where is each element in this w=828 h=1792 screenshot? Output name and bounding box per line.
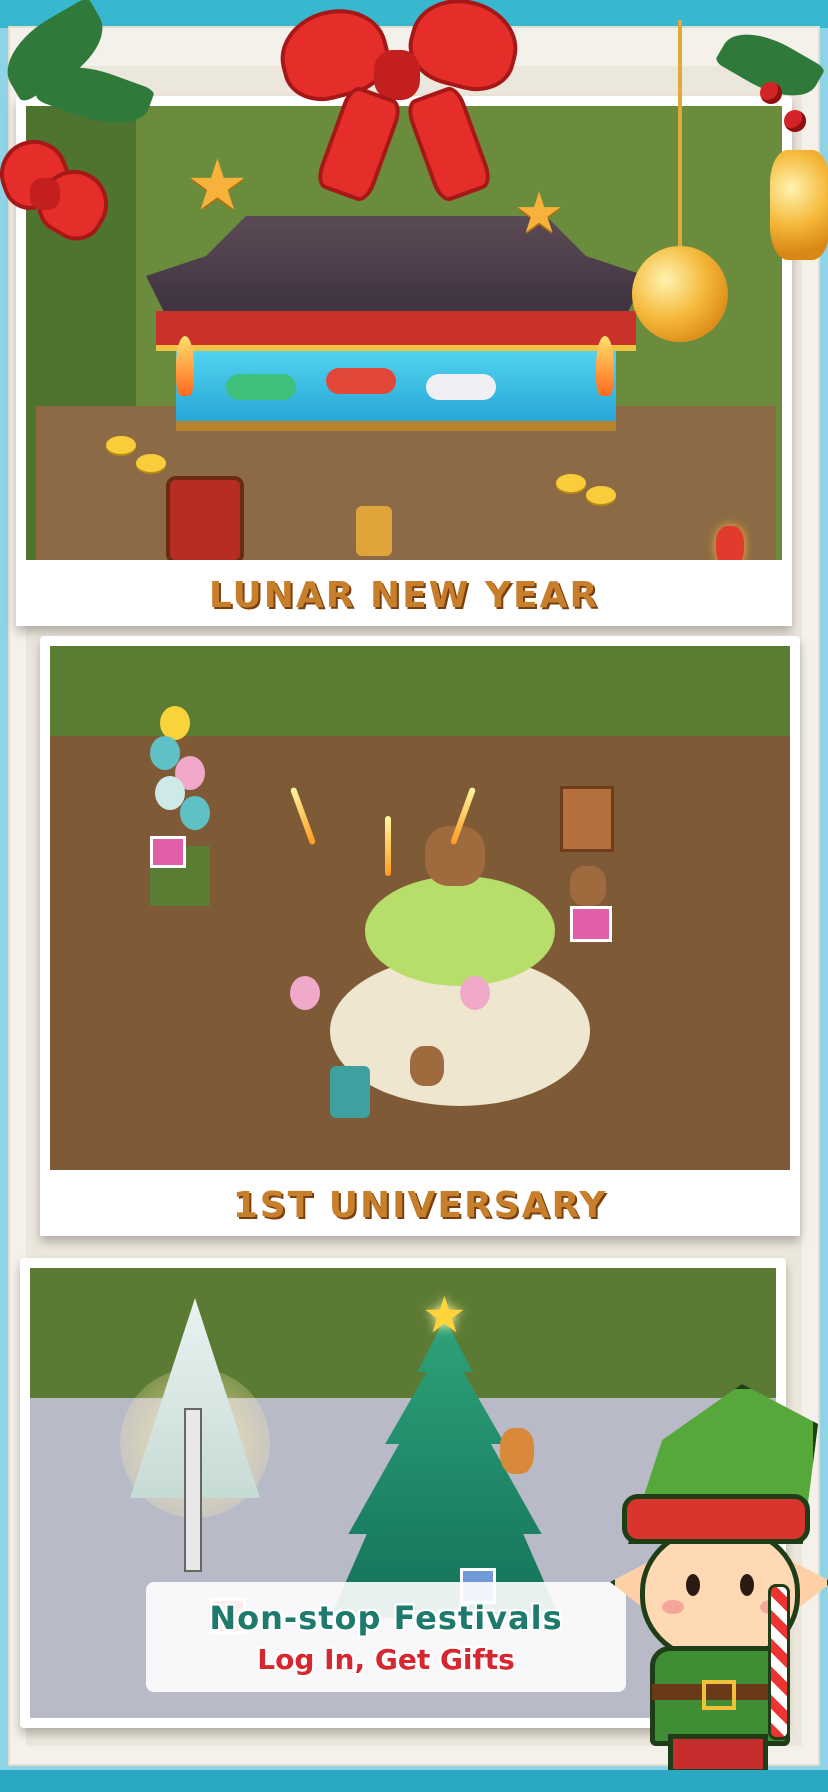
temple-eave xyxy=(156,311,636,351)
gingerbread-man xyxy=(500,1428,534,1474)
red-lantern xyxy=(716,526,744,560)
panel-caption: 1ST UNIVERSARY xyxy=(232,1184,608,1226)
gold-star-icon: ★ xyxy=(186,144,249,226)
caption-bar: LUNAR NEW YEAR xyxy=(16,564,792,626)
holly-berry xyxy=(760,82,782,104)
player-character xyxy=(356,506,392,556)
panel-caption: LUNAR NEW YEAR xyxy=(208,574,600,616)
banner-subtitle: Log In, Get Gifts xyxy=(257,1642,515,1676)
elf-mascot xyxy=(600,1384,828,1774)
wooden-crate xyxy=(560,786,614,852)
dragon-figure xyxy=(226,374,296,400)
gold-ribbon-icon xyxy=(770,150,828,260)
bottom-sky-strip xyxy=(0,1770,828,1792)
anniversary-panel: 1ST UNIVERSARY xyxy=(40,636,800,1236)
player-character xyxy=(330,1066,370,1118)
candy-cane-icon xyxy=(768,1584,790,1740)
balloon xyxy=(160,706,190,740)
festival-banner: Non-stop Festivals Log In, Get Gifts xyxy=(146,1582,626,1692)
red-ribbon-bow-icon xyxy=(0,130,121,290)
firework-spark xyxy=(385,816,391,876)
gold-star-icon: ★ xyxy=(514,181,565,246)
balloon xyxy=(180,796,210,830)
lion-dance-figure xyxy=(326,368,396,394)
gold-ingot xyxy=(136,454,166,472)
festival-drum xyxy=(166,476,244,560)
anniversary-scene xyxy=(50,646,790,1170)
white-dragon-figure xyxy=(426,374,496,400)
torch-flame xyxy=(176,336,194,396)
gift-box xyxy=(570,906,612,942)
red-ribbon-bow-icon xyxy=(270,0,528,205)
gift-box xyxy=(150,836,186,868)
tree-star-icon: ★ xyxy=(422,1286,467,1344)
gold-ingot xyxy=(106,436,136,454)
banner-title: Non-stop Festivals xyxy=(209,1598,563,1637)
elf-buckle xyxy=(702,1680,736,1710)
gold-ingot xyxy=(556,474,586,492)
holly-berry xyxy=(784,110,806,132)
elf-hat-band xyxy=(622,1494,810,1544)
ornament-string xyxy=(678,20,682,250)
elf-cheek xyxy=(662,1600,684,1614)
torch-flame xyxy=(596,336,614,396)
small-teddy-bear xyxy=(570,866,606,906)
elf-legs xyxy=(668,1734,768,1774)
elf-eye xyxy=(740,1574,754,1596)
gold-ornament-icon xyxy=(632,246,728,342)
balloon xyxy=(290,976,320,1010)
balloon xyxy=(460,976,490,1010)
companion-bear xyxy=(410,1046,444,1086)
gold-ingot xyxy=(586,486,616,504)
temple-roof xyxy=(146,216,646,316)
caption-bar: 1ST UNIVERSARY xyxy=(40,1174,800,1236)
street-lamp xyxy=(184,1408,202,1572)
cake-top-tier xyxy=(365,876,555,986)
elf-eye xyxy=(686,1574,700,1596)
